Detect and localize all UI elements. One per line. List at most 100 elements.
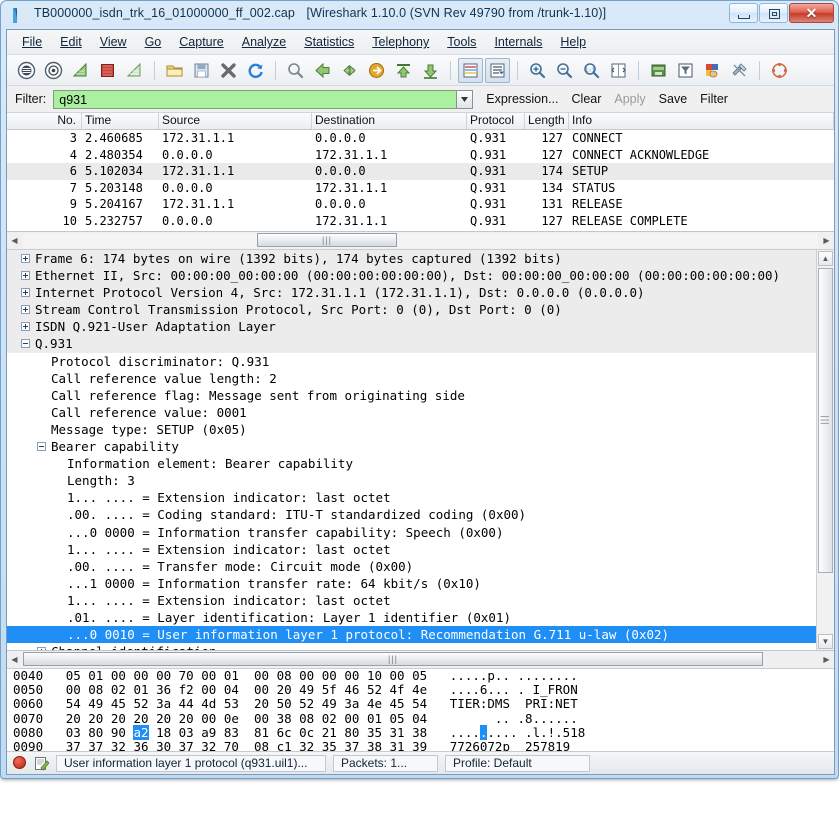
menu-capture[interactable]: Capture (170, 32, 232, 52)
minimize-button[interactable] (729, 3, 758, 23)
tree-row[interactable]: 1... .... = Extension indicator: last oc… (7, 489, 834, 506)
go-back-icon[interactable] (310, 58, 335, 83)
tree-row[interactable]: .00. .... = Coding standard: ITU-T stand… (7, 506, 834, 523)
details-hscrollbar[interactable]: ◀ ||| ▶ (7, 651, 834, 669)
scroll-left-icon[interactable]: ◀ (7, 233, 22, 248)
tree-row[interactable]: Frame 6: 174 bytes on wire (1392 bits), … (7, 250, 834, 267)
expand-icon[interactable] (21, 288, 30, 297)
table-row[interactable]: 32.460685172.31.1.10.0.0.0Q.931127CONNEC… (7, 130, 834, 147)
tree-row[interactable]: .00. .... = Transfer mode: Circuit mode … (7, 558, 834, 575)
filter-save-button[interactable]: Save (659, 92, 688, 106)
tree-row[interactable]: Call reference value: 0001 (7, 404, 834, 421)
table-row[interactable]: 42.4803540.0.0.0172.31.1.1Q.931127CONNEC… (7, 147, 834, 164)
tree-row[interactable]: Call reference value length: 2 (7, 370, 834, 387)
tree-row[interactable]: ...1 0000 = Information transfer rate: 6… (7, 575, 834, 592)
go-to-last-icon[interactable] (418, 58, 443, 83)
selected-byte[interactable]: a2 (133, 725, 148, 740)
menu-file[interactable]: File (13, 32, 51, 52)
scroll-down-icon[interactable]: ▼ (818, 634, 833, 649)
zoom-in-icon[interactable] (525, 58, 550, 83)
details-vscrollbar[interactable]: ▲ ||| ▼ (816, 250, 834, 650)
vscroll-thumb[interactable]: ||| (818, 268, 833, 573)
tree-row[interactable]: Information element: Bearer capability (7, 455, 834, 472)
tree-row[interactable]: .01. .... = Layer identification: Layer … (7, 609, 834, 626)
tree-row[interactable]: Bearer capability (7, 438, 834, 455)
menu-view[interactable]: View (91, 32, 136, 52)
scroll-left-icon[interactable]: ◀ (7, 652, 22, 667)
table-row[interactable]: 65.102034172.31.1.10.0.0.0Q.931174SETUP (7, 163, 834, 180)
reload-icon[interactable] (243, 58, 268, 83)
filter-bookmark-button[interactable]: Filter (700, 92, 728, 106)
expand-icon[interactable] (21, 305, 30, 314)
menu-statistics[interactable]: Statistics (295, 32, 363, 52)
expand-icon[interactable] (21, 254, 30, 263)
filter-combobox[interactable] (53, 90, 473, 109)
tree-row[interactable]: Ethernet II, Src: 00:00:00_00:00:00 (00:… (7, 267, 834, 284)
tree-row[interactable]: Channel identification (7, 643, 834, 651)
colorize-icon[interactable] (458, 58, 483, 83)
menu-go[interactable]: Go (136, 32, 171, 52)
table-row[interactable]: 75.2031480.0.0.0172.31.1.1Q.931134STATUS (7, 180, 834, 197)
column-header-protocol[interactable]: Protocol (467, 113, 525, 129)
menu-edit[interactable]: Edit (51, 32, 91, 52)
save-file-icon[interactable] (189, 58, 214, 83)
filter-expression-button[interactable]: Expression... (486, 92, 558, 106)
coloring-rules-icon[interactable] (700, 58, 725, 83)
start-capture-icon[interactable] (68, 58, 93, 83)
scroll-right-icon[interactable]: ▶ (819, 652, 834, 667)
column-header-info[interactable]: Info (569, 113, 834, 129)
hex-row[interactable]: 0050 00 08 02 01 36 f2 00 04 00 20 49 5f… (7, 683, 834, 697)
collapse-icon[interactable] (37, 442, 46, 451)
tree-row[interactable]: Internet Protocol Version 4, Src: 172.31… (7, 284, 834, 301)
capture-filters-icon[interactable] (646, 58, 671, 83)
help-icon[interactable] (767, 58, 792, 83)
tree-row[interactable]: Q.931 (7, 335, 834, 352)
interfaces-icon[interactable] (14, 58, 39, 83)
hex-row[interactable]: 0070 20 20 20 20 20 20 00 0e 00 38 08 02… (7, 712, 834, 726)
table-row[interactable]: 95.204167172.31.1.10.0.0.0Q.931131RELEAS… (7, 196, 834, 213)
scroll-up-icon[interactable]: ▲ (818, 251, 833, 266)
capture-options-icon[interactable] (41, 58, 66, 83)
zoom-reset-icon[interactable]: 1:1 (579, 58, 604, 83)
display-filters-icon[interactable] (673, 58, 698, 83)
table-row[interactable]: 105.2327570.0.0.0172.31.1.1Q.931127RELEA… (7, 213, 834, 230)
menu-help[interactable]: Help (551, 32, 595, 52)
column-header-destination[interactable]: Destination (312, 113, 467, 129)
scroll-right-icon[interactable]: ▶ (819, 233, 834, 248)
expand-icon[interactable] (21, 322, 30, 331)
hscroll-thumb[interactable]: ||| (23, 652, 763, 666)
hscroll-track[interactable] (23, 233, 818, 248)
filter-clear-button[interactable]: Clear (572, 92, 602, 106)
tree-row[interactable]: ISDN Q.921-User Adaptation Layer (7, 318, 834, 335)
expand-icon[interactable] (21, 271, 30, 280)
column-header-length[interactable]: Length (525, 113, 569, 129)
tree-row[interactable]: Protocol discriminator: Q.931 (7, 353, 834, 370)
resize-columns-icon[interactable] (606, 58, 631, 83)
column-header-no[interactable]: No. (7, 113, 82, 129)
stop-capture-icon[interactable] (95, 58, 120, 83)
column-header-source[interactable]: Source (159, 113, 312, 129)
menu-internals[interactable]: Internals (485, 32, 551, 52)
zoom-out-icon[interactable] (552, 58, 577, 83)
open-file-icon[interactable] (162, 58, 187, 83)
hex-row[interactable]: 0080 03 80 90 a2 18 03 a9 83 81 6c 0c 21… (7, 726, 834, 740)
hex-row[interactable]: 0060 54 49 45 52 3a 44 4d 53 20 50 52 49… (7, 697, 834, 711)
auto-scroll-icon[interactable] (485, 58, 510, 83)
menu-telephony[interactable]: Telephony (363, 32, 438, 52)
restart-capture-icon[interactable] (122, 58, 147, 83)
tree-row[interactable]: Message type: SETUP (0x05) (7, 421, 834, 438)
restore-button[interactable] (759, 3, 788, 23)
tree-row[interactable]: Stream Control Transmission Protocol, Sr… (7, 301, 834, 318)
go-to-packet-icon[interactable] (364, 58, 389, 83)
close-file-icon[interactable] (216, 58, 241, 83)
go-to-first-icon[interactable] (391, 58, 416, 83)
record-icon[interactable] (13, 756, 28, 771)
hex-row[interactable]: 0040 05 01 00 00 00 70 00 01 00 08 00 00… (7, 669, 834, 683)
tree-row[interactable]: Call reference flag: Message sent from o… (7, 387, 834, 404)
tree-row[interactable]: 1... .... = Extension indicator: last oc… (7, 541, 834, 558)
tree-row[interactable]: 1... .... = Extension indicator: last oc… (7, 592, 834, 609)
close-button[interactable]: ✕ (789, 3, 834, 23)
go-forward-icon[interactable] (337, 58, 362, 83)
capture-comment-icon[interactable] (34, 756, 49, 771)
column-header-time[interactable]: Time (82, 113, 159, 129)
